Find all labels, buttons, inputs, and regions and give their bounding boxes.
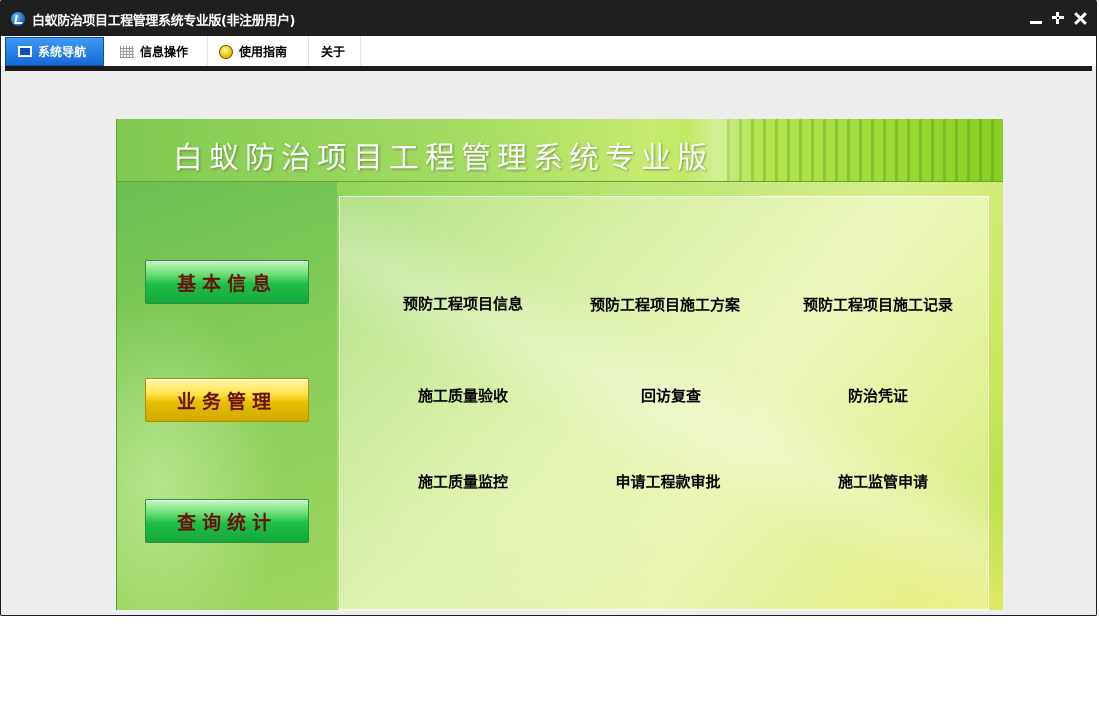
- feature-link-construction-plan[interactable]: 预防工程项目施工方案: [590, 294, 740, 315]
- feature-link-revisit-review[interactable]: 回访复查: [641, 385, 701, 406]
- feature-link-quality-monitoring[interactable]: 施工质量监控: [418, 471, 508, 492]
- tab-label: 系统导航: [38, 45, 87, 59]
- feature-link-payment-approval[interactable]: 申请工程款审批: [615, 471, 720, 492]
- tab-label: 使用指南: [239, 45, 288, 59]
- tab-user-guide[interactable]: 使用指南: [207, 37, 320, 66]
- close-icon[interactable]: [1072, 8, 1088, 28]
- tab-divider: [360, 36, 361, 66]
- feature-link-construction-record[interactable]: 预防工程项目施工记录: [803, 294, 953, 315]
- tab-info-operation[interactable]: 信息操作: [104, 37, 223, 66]
- tab-divider: [207, 36, 208, 66]
- restore-icon[interactable]: [1050, 8, 1066, 28]
- panel-header: 白蚁防治项目工程管理系统专业版: [117, 119, 1003, 182]
- navigation-panel: 白蚁防治项目工程管理系统专业版 基本信息 业务管理 查询统计 预防工程项目信息 …: [116, 119, 1003, 610]
- lightbulb-icon: [219, 44, 233, 59]
- feature-link-treatment-voucher[interactable]: 防治凭证: [848, 385, 908, 406]
- business-management-button[interactable]: 业务管理: [145, 378, 309, 422]
- query-statistics-button[interactable]: 查询统计: [145, 499, 309, 543]
- feature-area: 预防工程项目信息 预防工程项目施工方案 预防工程项目施工记录 施工质量验收 回访…: [339, 196, 989, 610]
- basic-info-button[interactable]: 基本信息: [145, 260, 309, 304]
- monitor-icon: [18, 46, 32, 57]
- tab-about[interactable]: 关于: [308, 37, 373, 66]
- panel-title: 白蚁防治项目工程管理系统专业版: [173, 141, 713, 176]
- feature-link-supervision-request[interactable]: 施工监管申请: [838, 471, 928, 492]
- tab-underline: [5, 66, 1092, 71]
- app-logo-icon: [11, 12, 25, 26]
- app-window: 白蚁防治项目工程管理系统专业版(非注册用户) 系统导航 信息操作 使用指南 关于…: [0, 0, 1097, 616]
- feature-link-prevention-project-info[interactable]: 预防工程项目信息: [403, 293, 523, 314]
- tab-system-navigation[interactable]: 系统导航: [5, 37, 104, 66]
- minimize-icon[interactable]: [1028, 8, 1044, 28]
- tab-bar: 系统导航 信息操作 使用指南 关于: [1, 36, 1096, 66]
- tab-label: 信息操作: [140, 45, 189, 59]
- module-menu: 基本信息 业务管理 查询统计: [117, 182, 337, 610]
- feature-link-quality-acceptance[interactable]: 施工质量验收: [418, 385, 508, 406]
- grid-icon: [120, 45, 134, 58]
- window-title: 白蚁防治项目工程管理系统专业版(非注册用户): [32, 14, 296, 29]
- tab-divider: [308, 36, 309, 66]
- tab-label: 关于: [321, 45, 346, 59]
- window-controls: [1028, 8, 1088, 28]
- title-bar[interactable]: 白蚁防治项目工程管理系统专业版(非注册用户): [1, 1, 1096, 36]
